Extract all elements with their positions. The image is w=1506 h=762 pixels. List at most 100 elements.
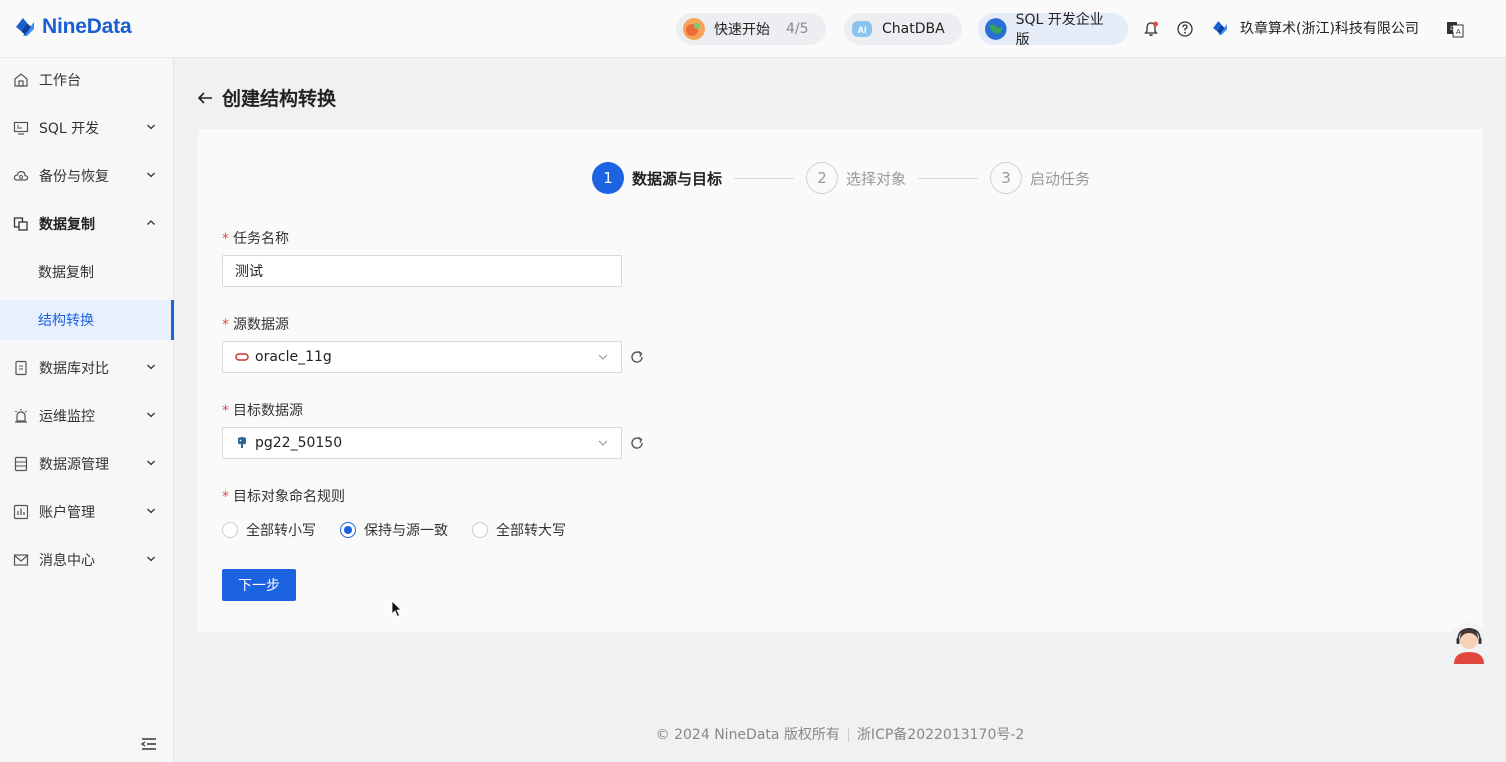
radio-label: 全部转大写 (496, 523, 566, 539)
quick-start-button[interactable]: 快速开始 4/5 (676, 13, 826, 45)
rocket-icon (683, 18, 705, 40)
sidebar-item-account[interactable]: 账户管理 (0, 492, 174, 532)
page-title: 创建结构转换 (196, 84, 336, 111)
target-label: * 目标数据源 (222, 400, 303, 420)
required-mark: * (222, 317, 229, 333)
collapse-sidebar-icon[interactable] (140, 736, 158, 752)
task-name-value: 测试 (235, 264, 263, 280)
chevron-down-icon (147, 124, 155, 130)
step-2-label: 选择对象 (846, 169, 907, 188)
sidebar-subitem-label: 结构转换 (38, 313, 94, 329)
org-switcher[interactable]: 玖章算术(浙江)科技有限公司 (1210, 18, 1419, 38)
footer: © 2024 NineData 版权所有 浙ICP备2022013170号-2 (174, 724, 1506, 744)
customer-support-avatar-icon[interactable] (1448, 620, 1490, 666)
step-connector (734, 177, 795, 179)
next-button[interactable]: 下一步 (222, 569, 296, 601)
step-connector (918, 177, 979, 179)
step-3: 3 启动任务 (990, 162, 1090, 194)
sidebar-item-label: 备份与恢复 (39, 169, 109, 185)
sidebar-item-replication[interactable]: 数据复制 (0, 204, 174, 244)
mail-icon (13, 554, 29, 566)
task-name-label-text: 任务名称 (233, 231, 289, 247)
org-name: 玖章算术(浙江)科技有限公司 (1240, 21, 1419, 37)
quick-start-label: 快速开始 (714, 22, 770, 38)
quick-start-progress: 4/5 (786, 21, 809, 37)
step-1-label: 数据源与目标 (632, 169, 723, 188)
home-icon (14, 73, 28, 87)
sidebar-item-messages[interactable]: 消息中心 (0, 540, 174, 580)
sidebar-subitem-schema-conversion[interactable]: 结构转换 (0, 300, 174, 340)
step-2: 2 选择对象 (806, 162, 906, 194)
svg-text:AI: AI (858, 25, 867, 35)
arrow-left-icon[interactable] (196, 89, 214, 107)
sidebar-subitem-label: 数据复制 (38, 265, 94, 281)
radio-uppercase[interactable]: 全部转大写 (472, 520, 566, 540)
source-value: oracle_11g (255, 349, 332, 365)
sidebar-subitem-replication[interactable]: 数据复制 (0, 252, 174, 292)
sidebar-item-label: 账户管理 (39, 505, 95, 521)
radio-lowercase[interactable]: 全部转小写 (222, 520, 316, 540)
chatdba-label: ChatDBA (882, 21, 945, 37)
steps-indicator: 1 数据源与目标 2 选择对象 3 启动任务 (592, 162, 1090, 194)
sidebar-item-compare[interactable]: 数据库对比 (0, 348, 174, 388)
sidebar-item-label: 数据库对比 (39, 361, 109, 377)
globe-icon (984, 18, 1007, 40)
page-title-text: 创建结构转换 (222, 88, 337, 110)
chevron-down-icon (147, 460, 155, 466)
icp-link[interactable]: 浙ICP备2022013170号-2 (857, 727, 1024, 743)
help-icon[interactable] (1176, 20, 1194, 38)
top-header: NineData 快速开始 4/5 AI ChatDBA SQL 开发企业版 玖… (0, 0, 1506, 58)
cloud-icon (13, 170, 29, 181)
compare-icon (15, 360, 27, 376)
step-2-number: 2 (806, 162, 839, 194)
chevron-down-icon (147, 508, 155, 514)
logo[interactable]: NineData (12, 14, 132, 40)
footer-divider (847, 728, 849, 742)
form-card (198, 129, 1483, 632)
refresh-icon[interactable] (629, 349, 645, 365)
chevron-down-icon (598, 440, 608, 446)
chevron-down-icon (147, 172, 155, 178)
target-value: pg22_50150 (255, 435, 343, 451)
naming-rule-radio-group: 全部转小写 保持与源一致 全部转大写 (222, 520, 590, 540)
database-icon (14, 456, 28, 472)
target-select[interactable]: pg22_50150 (222, 427, 622, 459)
sidebar: 工作台 SQL 开发 备份与恢复 数据复制 数据复制 结构转换 数据库对比 运维… (0, 58, 174, 762)
logo-text: NineData (42, 15, 132, 38)
radio-button[interactable] (222, 522, 238, 538)
task-name-label: * 任务名称 (222, 228, 289, 248)
sql-edition-button[interactable]: SQL 开发企业版 (978, 12, 1128, 48)
radio-button[interactable] (472, 522, 488, 538)
oracle-icon (235, 353, 249, 361)
step-1: 1 数据源与目标 (592, 162, 722, 194)
radio-button-checked[interactable] (340, 522, 356, 538)
sidebar-item-label: 数据复制 (39, 217, 95, 233)
sidebar-item-label: 运维监控 (39, 409, 95, 425)
chevron-down-icon (147, 556, 155, 562)
source-label: * 源数据源 (222, 314, 289, 334)
svg-text:A: A (1456, 29, 1461, 36)
sidebar-item-backup[interactable]: 备份与恢复 (0, 156, 174, 196)
task-name-input[interactable]: 测试 (222, 255, 622, 287)
sidebar-item-label: 消息中心 (39, 553, 95, 569)
sidebar-item-sql[interactable]: SQL 开发 (0, 108, 174, 148)
chatdba-button[interactable]: AI ChatDBA (844, 13, 962, 45)
sidebar-item-datasource[interactable]: 数据源管理 (0, 444, 174, 484)
sidebar-item-monitoring[interactable]: 运维监控 (0, 396, 174, 436)
source-label-text: 源数据源 (233, 317, 289, 333)
radio-keep-source[interactable]: 保持与源一致 (340, 520, 448, 540)
ninedata-logo-icon (16, 18, 34, 36)
naming-rule-label-text: 目标对象命名规则 (233, 489, 345, 505)
alarm-icon (15, 409, 27, 423)
sidebar-item-workbench[interactable]: 工作台 (0, 60, 174, 100)
target-label-text: 目标数据源 (233, 403, 303, 419)
bell-icon[interactable] (1142, 20, 1160, 38)
refresh-icon[interactable] (629, 435, 645, 451)
source-select[interactable]: oracle_11g (222, 341, 622, 373)
language-icon[interactable]: 中 A (1446, 20, 1464, 38)
mouse-cursor-icon (391, 600, 402, 618)
radio-label: 全部转小写 (246, 523, 316, 539)
step-3-label: 启动任务 (1030, 169, 1091, 188)
chevron-up-icon (147, 220, 155, 225)
monitor-icon (13, 121, 29, 135)
